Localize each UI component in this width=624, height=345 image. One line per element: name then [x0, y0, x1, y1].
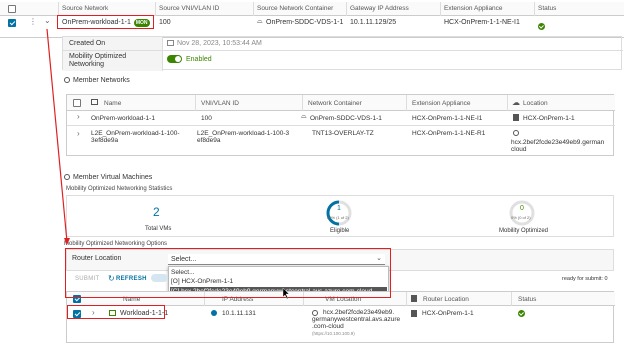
- annotation-cursor: [282, 287, 290, 300]
